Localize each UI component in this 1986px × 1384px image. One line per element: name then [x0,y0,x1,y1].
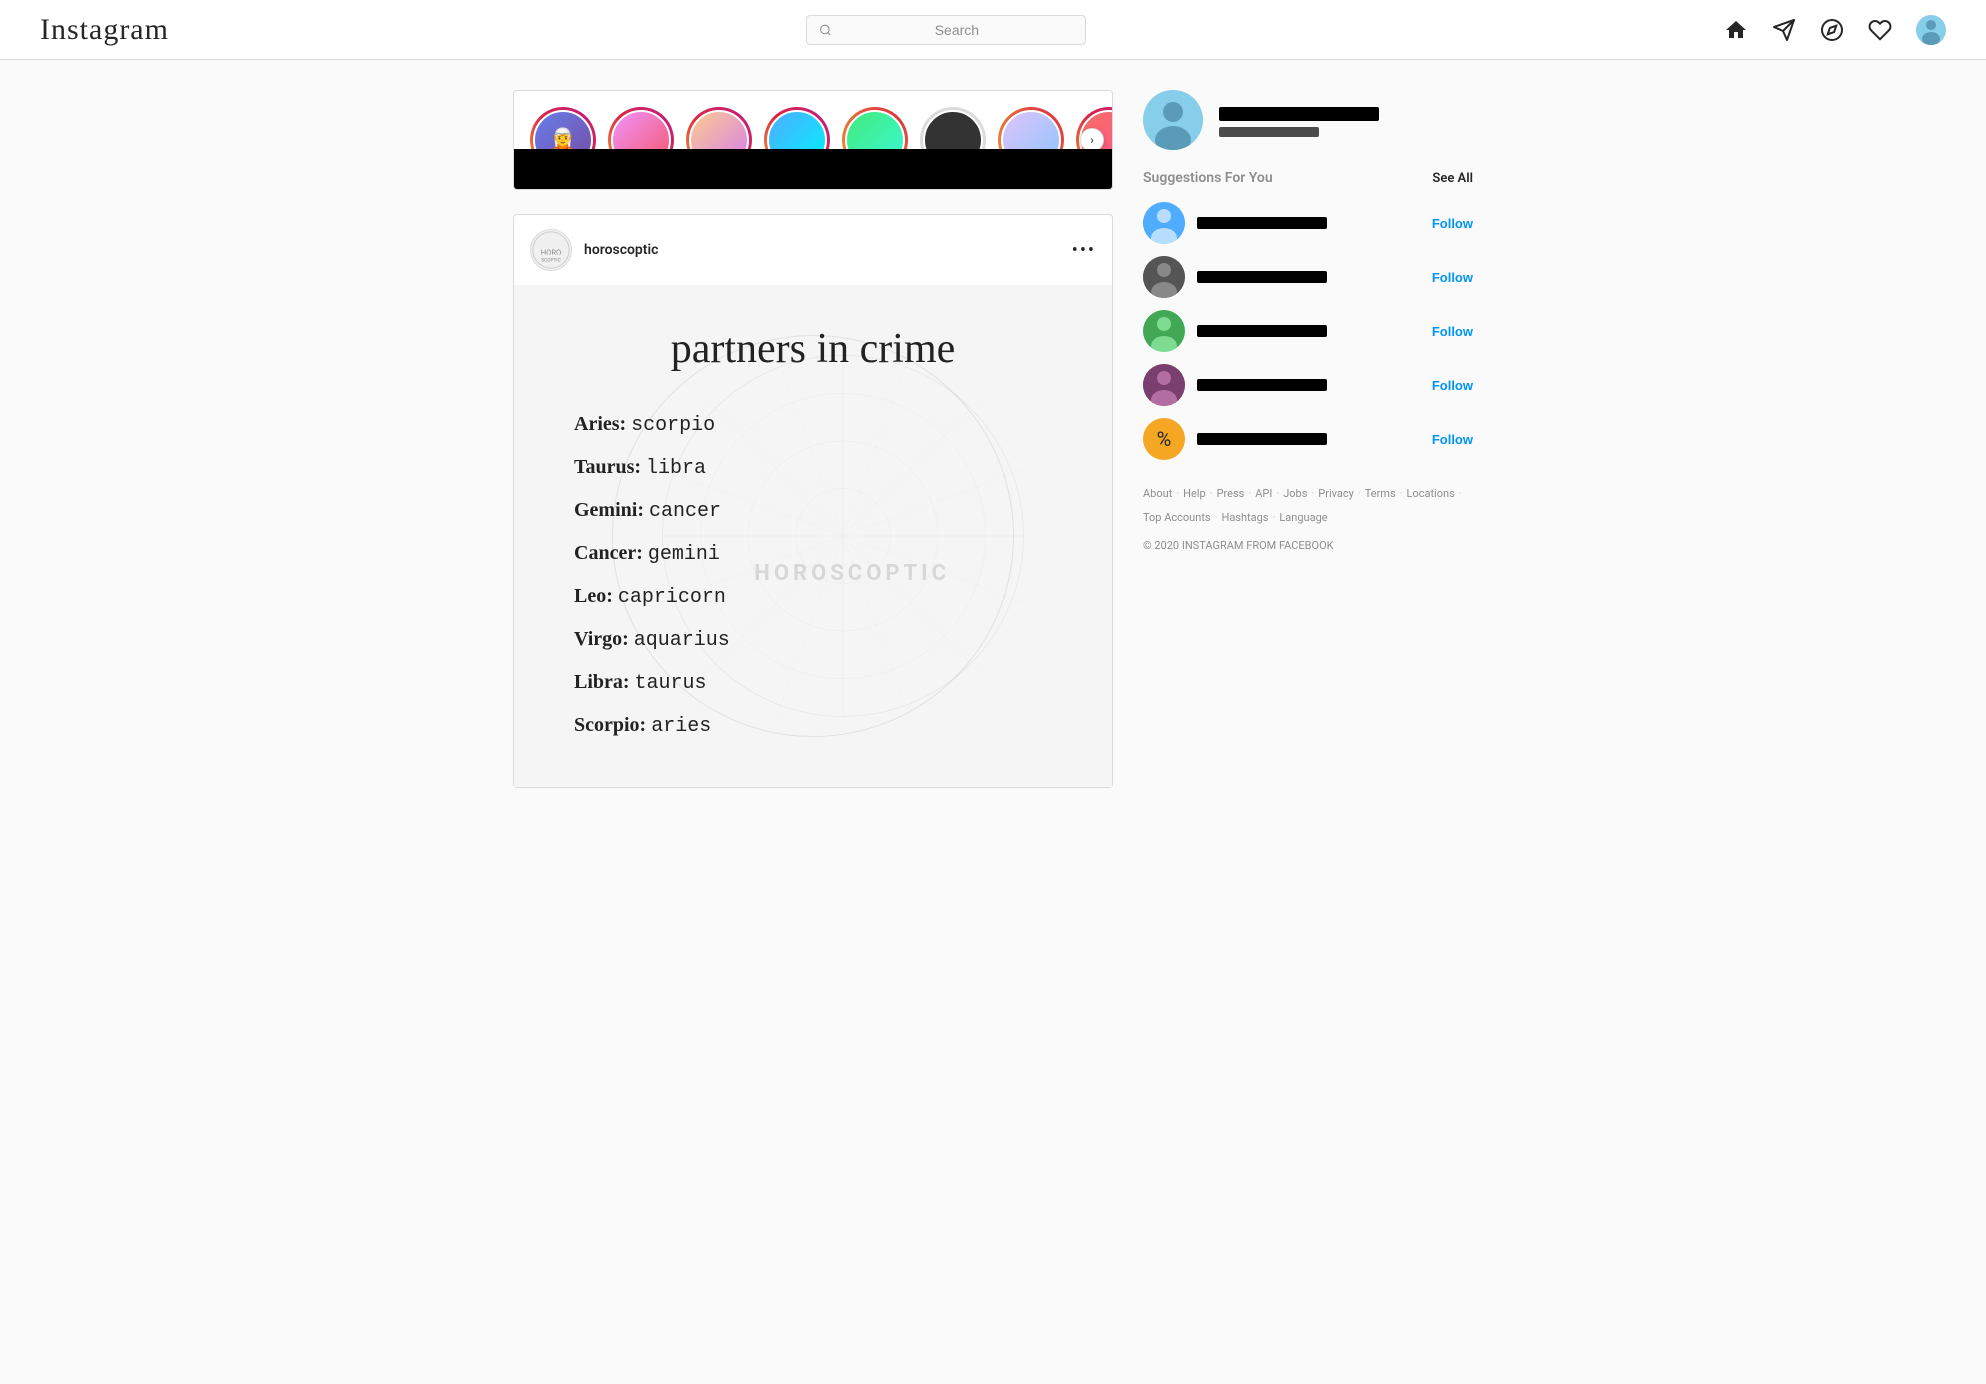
sidebar-profile [1143,90,1473,150]
list-item: Virgo: aquarius [574,618,730,661]
suggestion-avatar[interactable] [1143,256,1185,298]
sidebar-footer: About· Help· Press· API· Jobs· Privacy· … [1143,484,1473,555]
list-item: Leo: capricorn [574,575,730,618]
post-author: HORO SCOPTIC horoscoptic [530,229,658,271]
footer-copyright: © 2020 INSTAGRAM FROM FACEBOOK [1143,536,1473,556]
footer-link-top-accounts[interactable]: Top Accounts [1143,508,1211,528]
list-item: Aries: scorpio [574,403,730,446]
zodiac-match: aries [651,715,711,738]
sidebar-name-redacted [1219,127,1319,137]
header: Instagram [0,0,1986,60]
list-item: Taurus: libra [574,446,730,489]
suggestion-name [1197,379,1327,391]
footer-links: About· Help· Press· API· Jobs· Privacy· … [1143,484,1473,528]
post-header: HORO SCOPTIC horoscoptic ••• [514,215,1112,285]
svg-text:HORO: HORO [541,248,562,257]
suggestion-item: Follow [1143,202,1473,244]
zodiac-match: cancer [649,500,721,523]
zodiac-sign: Libra: [574,671,630,693]
suggestion-avatar[interactable] [1143,364,1185,406]
sidebar-column: Suggestions For You See All Follow [1143,90,1473,788]
sidebar-username-redacted [1219,107,1379,121]
post-username[interactable]: horoscoptic [584,242,658,258]
zodiac-match: capricorn [618,586,726,609]
zodiac-match: taurus [635,672,707,695]
story-black-bar [514,149,1112,189]
zodiac-sign: Taurus: [574,456,641,478]
follow-button[interactable]: Follow [1432,216,1473,231]
zodiac-sign: Scorpio: [574,714,646,736]
suggestion-avatar[interactable] [1143,310,1185,352]
stories-container: 🧝 [513,90,1113,190]
suggestion-name [1197,325,1327,337]
search-icon [819,23,832,37]
list-item: Scorpio: aries [574,704,730,747]
header-icons [1724,15,1946,45]
follow-button[interactable]: Follow [1432,432,1473,447]
footer-link-privacy[interactable]: Privacy [1318,484,1354,504]
zodiac-sign: Gemini: [574,499,644,521]
suggestions-header: Suggestions For You See All [1143,170,1473,186]
footer-link-api[interactable]: API [1255,484,1272,504]
sidebar-username-block [1219,103,1379,137]
suggestion-item: Follow [1143,256,1473,298]
suggestion-info [1197,379,1420,391]
send-icon[interactable] [1772,18,1796,42]
heart-icon[interactable] [1868,18,1892,42]
instagram-logo: Instagram [40,13,169,47]
post-card: HORO SCOPTIC horoscoptic ••• [513,214,1113,788]
suggestion-avatar[interactable]: % [1143,418,1185,460]
zodiac-sign: Aries: [574,413,626,435]
zodiac-match: aquarius [634,629,730,652]
follow-button[interactable]: Follow [1432,324,1473,339]
sidebar-profile-avatar[interactable] [1143,90,1203,150]
search-bar[interactable] [806,15,1086,45]
suggestion-name [1197,271,1327,283]
suggestion-name [1197,217,1327,229]
suggestion-info [1197,433,1420,445]
list-item: Gemini: cancer [574,489,730,532]
zodiac-match: libra [646,457,706,480]
footer-link-locations[interactable]: Locations [1407,484,1455,504]
zodiac-sign: Leo: [574,585,613,607]
suggestion-info [1197,217,1420,229]
watermark: HOROSCOPTIC [754,561,950,586]
footer-link-jobs[interactable]: Jobs [1283,484,1307,504]
footer-link-terms[interactable]: Terms [1365,484,1396,504]
zodiac-match: scorpio [631,414,715,437]
suggestions-title: Suggestions For You [1143,170,1273,186]
feed-column: 🧝 [513,90,1113,788]
home-icon[interactable] [1724,18,1748,42]
suggestion-info [1197,271,1420,283]
footer-link-hashtags[interactable]: Hashtags [1221,508,1268,528]
see-all-button[interactable]: See All [1432,171,1473,186]
post-image: partners in crime Aries: scorpio Taurus:… [514,285,1112,787]
avatar[interactable] [1916,15,1946,45]
post-avatar[interactable]: HORO SCOPTIC [530,229,572,271]
post-more-button[interactable]: ••• [1072,240,1096,261]
footer-link-help[interactable]: Help [1183,484,1206,504]
list-item: Cancer: gemini [574,532,730,575]
search-input[interactable] [840,22,1073,38]
zodiac-sign: Virgo: [574,628,629,650]
post-title: partners in crime [671,325,956,373]
suggestion-avatar[interactable] [1143,202,1185,244]
suggestion-item: Follow [1143,364,1473,406]
suggestion-item: % Follow [1143,418,1473,460]
explore-icon[interactable] [1820,18,1844,42]
zodiac-match: gemini [648,543,720,566]
follow-button[interactable]: Follow [1432,378,1473,393]
suggestion-info [1197,325,1420,337]
footer-link-about[interactable]: About [1143,484,1172,504]
svg-text:SCOPTIC: SCOPTIC [541,257,560,263]
zodiac-sign: Cancer: [574,542,643,564]
footer-link-language[interactable]: Language [1279,508,1327,528]
suggestion-name [1197,433,1327,445]
main-layout: 🧝 [493,60,1493,818]
follow-button[interactable]: Follow [1432,270,1473,285]
footer-link-press[interactable]: Press [1217,484,1245,504]
zodiac-list: Aries: scorpio Taurus: libra Gemini: can… [574,403,730,747]
list-item: Libra: taurus [574,661,730,704]
suggestion-item: Follow [1143,310,1473,352]
